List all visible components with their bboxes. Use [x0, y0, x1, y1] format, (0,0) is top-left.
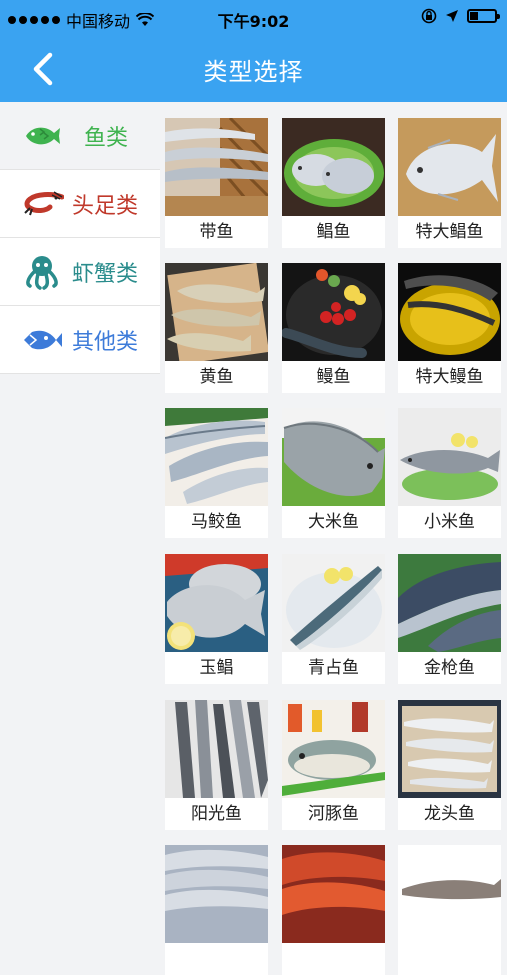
navigation-bar: 类型选择	[0, 36, 507, 102]
sidebar-item-label: 鱼类	[84, 125, 129, 151]
blue-fish-icon	[22, 327, 70, 353]
grid-item-pomfret[interactable]: 鲳鱼	[282, 118, 385, 248]
bombay-duck-photo	[398, 700, 501, 798]
grid-item-bombay-duck[interactable]: 龙头鱼	[398, 700, 501, 830]
status-right	[421, 8, 500, 24]
grid-item-label: 马鲛鱼	[191, 512, 242, 532]
grid-item-pufferfish[interactable]: 河豚鱼	[282, 700, 385, 830]
fish-photo	[398, 845, 501, 943]
grid-item-label: 河豚鱼	[308, 804, 359, 824]
grid-item-row6-2[interactable]	[282, 845, 385, 975]
grid-item-label: 阳光鱼	[191, 804, 242, 824]
octopus-icon	[22, 254, 70, 290]
grid-item-label: 金枪鱼	[424, 658, 475, 678]
grid-item-large-pomfret[interactable]: 特大鲳鱼	[398, 118, 501, 248]
category-sidebar: 鱼类 头足类 虾蟹类 其他类	[0, 102, 160, 380]
grid-item-silver-pomfret[interactable]: 玉鲳	[165, 554, 268, 684]
big-croaker-photo	[282, 408, 385, 506]
grid-item-label: 大米鱼	[308, 512, 359, 532]
sidebar-item-cephalopod[interactable]: 头足类	[0, 170, 160, 238]
pufferfish-photo	[282, 700, 385, 798]
grid-item-sunfish[interactable]: 阳光鱼	[165, 700, 268, 830]
grid-item-small-croaker[interactable]: 小米鱼	[398, 408, 501, 538]
grid-item-large-eel[interactable]: 特大鳗鱼	[398, 263, 501, 393]
spanish-mackerel-photo	[165, 408, 268, 506]
grid-item-eel[interactable]: 鳗鱼	[282, 263, 385, 393]
grid-item-label: 特大鲳鱼	[415, 222, 484, 242]
grid-item-label: 鲳鱼	[316, 222, 351, 242]
mackerel-photo	[282, 554, 385, 652]
grid-item-label: 小米鱼	[424, 512, 475, 532]
grid-item-yellow-croaker[interactable]: 黄鱼	[165, 263, 268, 393]
sidebar-item-label: 虾蟹类	[72, 261, 139, 287]
grid-item-tuna[interactable]: 金枪鱼	[398, 554, 501, 684]
tuna-photo	[398, 554, 501, 652]
grid-item-row6-3[interactable]	[398, 845, 501, 975]
grid-item-label: 黄鱼	[199, 367, 234, 387]
silver-pomfret-photo	[165, 554, 268, 652]
status-bar: 中国移动 下午9:02	[0, 0, 507, 36]
small-croaker-photo	[398, 408, 501, 506]
sidebar-item-label: 其他类	[72, 329, 139, 355]
grid-item-label: 青占鱼	[308, 658, 359, 678]
grid-item-hairtail[interactable]: 带鱼	[165, 118, 268, 248]
hairtail-photo	[165, 118, 268, 216]
sidebar-item-fish[interactable]: 鱼类	[0, 102, 160, 170]
grid-item-mackerel[interactable]: 青占鱼	[282, 554, 385, 684]
sidebar-item-other[interactable]: 其他类	[0, 306, 160, 374]
location-icon	[446, 10, 458, 22]
fish-photo	[165, 845, 268, 943]
grid-item-label: 鳗鱼	[316, 367, 351, 387]
pomfret-photo	[282, 118, 385, 216]
grid-item-spanish-mackerel[interactable]: 马鲛鱼	[165, 408, 268, 538]
large-eel-photo	[398, 263, 501, 361]
sunfish-photo	[165, 700, 268, 798]
sidebar-item-label: 头足类	[72, 193, 139, 219]
grid-item-label: 龙头鱼	[424, 804, 475, 824]
grid-item-label: 带鱼	[199, 222, 234, 242]
rotation-lock-icon	[421, 8, 437, 24]
fish-icon	[22, 123, 70, 149]
sidebar-item-shrimp-crab[interactable]: 虾蟹类	[0, 238, 160, 306]
fish-photo	[282, 845, 385, 943]
large-pomfret-photo	[398, 118, 501, 216]
yellow-croaker-photo	[165, 263, 268, 361]
eel-photo	[282, 263, 385, 361]
grid-item-big-croaker[interactable]: 大米鱼	[282, 408, 385, 538]
grid-item-label: 玉鲳	[199, 658, 234, 678]
page-title: 类型选择	[203, 58, 304, 86]
battery-icon	[467, 9, 500, 23]
grid-item-label: 特大鳗鱼	[415, 367, 484, 387]
grid-item-row6-1[interactable]	[165, 845, 268, 975]
shrimp-icon	[22, 190, 70, 217]
